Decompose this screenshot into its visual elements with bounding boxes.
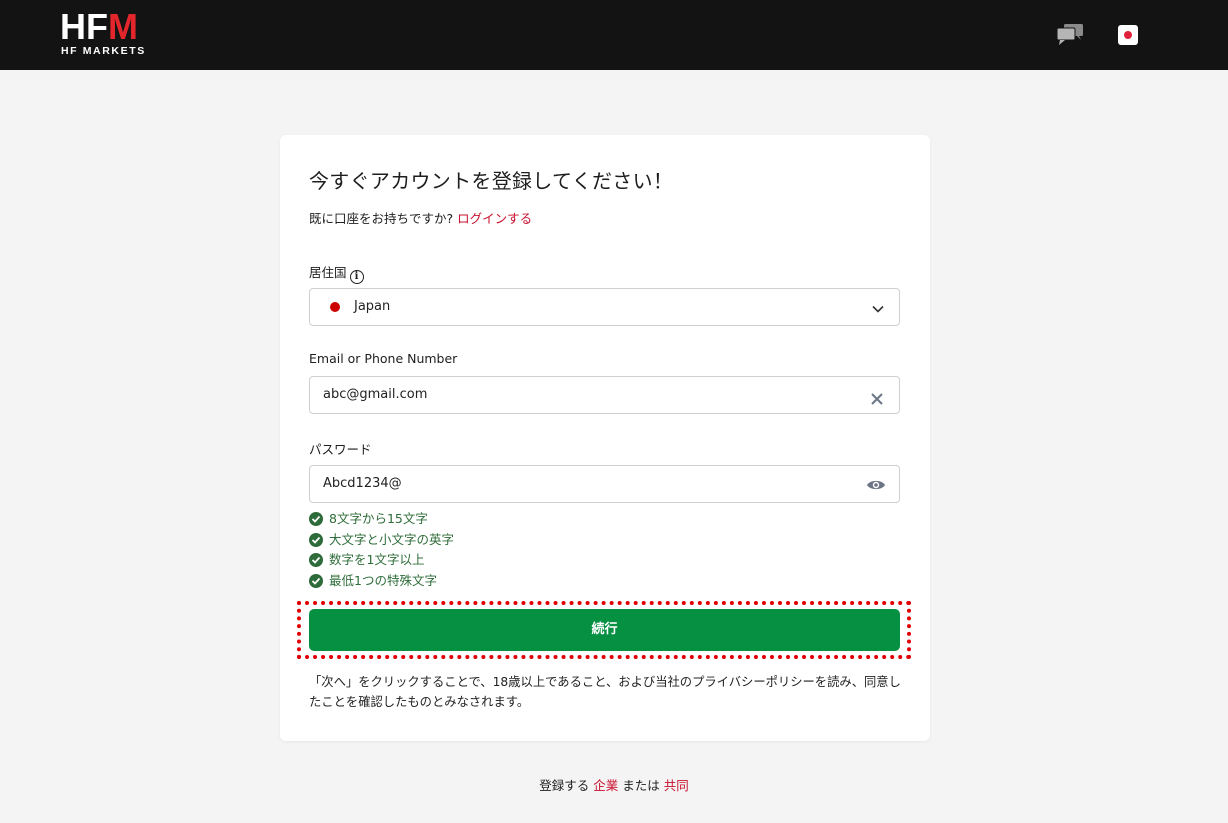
country-label: 居住国 i — [309, 262, 364, 284]
top-nav-bar: HFM HF MARKETS — [0, 0, 1228, 70]
check-circle-icon — [309, 553, 323, 568]
chat-bubbles-icon[interactable] — [1056, 23, 1084, 47]
corporate-link[interactable]: 企業 — [593, 778, 618, 793]
password-value[interactable]: Abcd1234@ — [323, 476, 402, 491]
footer-middle: または — [622, 778, 660, 793]
password-rule-text: 大文字と小文字の英字 — [329, 531, 455, 547]
country-value: Japan — [354, 299, 391, 314]
footer-prefix: 登録する — [539, 778, 590, 793]
email-value[interactable]: abc@gmail.com — [323, 387, 427, 402]
hfm-logo[interactable]: HFM HF MARKETS — [60, 6, 160, 58]
country-label-text: 居住国 — [309, 265, 347, 280]
check-circle-icon — [309, 532, 323, 547]
email-label: Email or Phone Number — [309, 351, 458, 366]
password-rule-text: 8文字から15文字 — [329, 511, 428, 526]
login-prompt-text: 既に口座をお持ちですか? — [309, 211, 454, 226]
logo-wordmark: HFM — [60, 6, 138, 47]
password-rule: 最低1つの特殊文字 — [309, 572, 454, 593]
password-rule-text: 数字を1文字以上 — [329, 552, 425, 568]
password-rules-list: 8文字から15文字 大文字と小文字の英字 数字を1文字以上 最低1つの特殊文字 — [309, 510, 454, 592]
info-icon[interactable]: i — [349, 270, 364, 284]
register-type-footer: 登録する 企業 または 共同 — [0, 775, 1228, 794]
logo-subtitle: HF MARKETS — [61, 45, 146, 57]
logo-m-letter: M — [108, 6, 138, 47]
check-circle-icon — [309, 573, 323, 588]
password-rule: 大文字と小文字の英字 — [309, 531, 454, 552]
clear-icon[interactable] — [871, 390, 883, 405]
password-label: パスワード — [309, 442, 372, 457]
password-rule: 数字を1文字以上 — [309, 551, 454, 572]
page-title: 今すぐアカウントを登録してください！ — [309, 169, 674, 193]
password-rule-text: 最低1つの特殊文字 — [329, 572, 437, 588]
registration-card: 今すぐアカウントを登録してください！ 既に口座をお持ちですか? ログインする 居… — [280, 135, 930, 741]
email-field[interactable]: abc@gmail.com — [309, 376, 900, 414]
password-field[interactable]: Abcd1234@ — [309, 465, 900, 503]
login-link[interactable]: ログインする — [457, 211, 532, 226]
check-circle-icon — [309, 512, 323, 526]
eye-icon[interactable] — [866, 477, 886, 493]
terms-disclaimer: 「次へ」をクリックすることで、18歳以上であること、および当社のプライバシーポリ… — [309, 675, 901, 709]
login-prompt-line: 既に口座をお持ちですか? ログインする — [309, 208, 532, 227]
japan-flag-icon[interactable] — [1118, 25, 1138, 45]
country-select[interactable]: Japan — [309, 288, 900, 326]
chevron-down-icon[interactable] — [871, 301, 885, 315]
japan-flag-icon — [330, 302, 340, 312]
password-rule: 8文字から15文字 — [309, 510, 454, 531]
joint-link[interactable]: 共同 — [664, 778, 689, 793]
continue-button[interactable]: 続行 — [309, 609, 900, 651]
